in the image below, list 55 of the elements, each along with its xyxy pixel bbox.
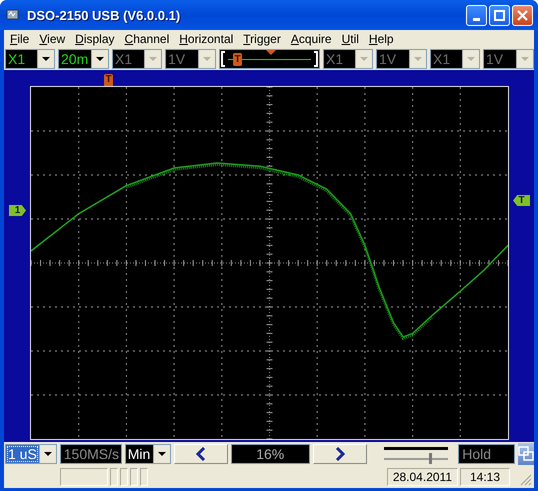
run-state-readout: Hold	[458, 444, 515, 464]
chevron-right-icon	[334, 447, 345, 461]
caret-icon	[44, 452, 52, 456]
menu-item[interactable]: View	[35, 32, 72, 46]
trigger-position-handle[interactable]: T	[233, 53, 242, 66]
menu-item[interactable]: Trigger	[239, 32, 287, 46]
status-panel	[110, 468, 118, 486]
caret-icon	[149, 56, 157, 62]
status-panel	[60, 468, 108, 486]
caret-icon	[42, 56, 50, 62]
menu-item[interactable]: Display	[71, 32, 121, 46]
menu-item[interactable]: Acquire	[286, 32, 338, 46]
trigger-point-icon	[266, 50, 276, 55]
status-panel	[120, 468, 128, 486]
window-toggle-button[interactable]	[518, 443, 534, 465]
dropdown[interactable]: Min	[124, 444, 171, 464]
menu-item[interactable]: Horizontal	[175, 32, 240, 46]
resize-grip-icon	[520, 474, 532, 486]
dropdown[interactable]: X1	[5, 49, 55, 69]
dropdown[interactable]: 20m	[58, 49, 109, 69]
caret-icon	[96, 56, 104, 62]
caret-icon	[158, 452, 166, 456]
windows-icon	[518, 446, 534, 462]
minimize-button[interactable]	[466, 4, 487, 26]
status-panel	[130, 468, 138, 486]
slider-thumb[interactable]	[429, 453, 432, 464]
slider[interactable]	[384, 444, 448, 464]
minimize-icon	[473, 18, 480, 20]
date-label: 28.04.2011	[386, 468, 458, 486]
trigger-time-marker[interactable]: T	[104, 74, 113, 86]
menu-item[interactable]: Help	[364, 32, 400, 46]
caret-icon	[467, 56, 475, 62]
caret-icon	[360, 56, 368, 62]
close-icon	[517, 10, 528, 20]
position-readout: 16%	[230, 444, 310, 464]
chevron-left-icon	[196, 447, 206, 461]
time-label: 14:13	[460, 468, 510, 486]
maximize-icon	[494, 10, 505, 20]
caret-icon	[414, 56, 422, 62]
trigger-position-bar[interactable]: T	[219, 49, 320, 69]
close-button[interactable]	[512, 4, 533, 26]
menu-item[interactable]: File	[6, 32, 36, 46]
window-title: DSO-2150 USB (V6.0.0.1)	[27, 8, 182, 22]
scroll-left-button[interactable]	[174, 444, 228, 464]
channel-marker[interactable]: 1	[9, 205, 26, 216]
trigger-level-marker[interactable]: T	[513, 195, 530, 206]
menu-item[interactable]: Channel	[120, 32, 176, 46]
status-panel	[140, 468, 148, 486]
menu-item[interactable]: Util	[338, 32, 365, 46]
sample-rate-readout: 150MS/s	[60, 444, 122, 464]
maximize-button[interactable]	[489, 4, 510, 26]
dropdown[interactable]: 1 uS	[5, 444, 57, 464]
caret-icon	[521, 56, 529, 62]
caret-icon	[203, 56, 211, 62]
scroll-right-button[interactable]	[312, 444, 367, 464]
